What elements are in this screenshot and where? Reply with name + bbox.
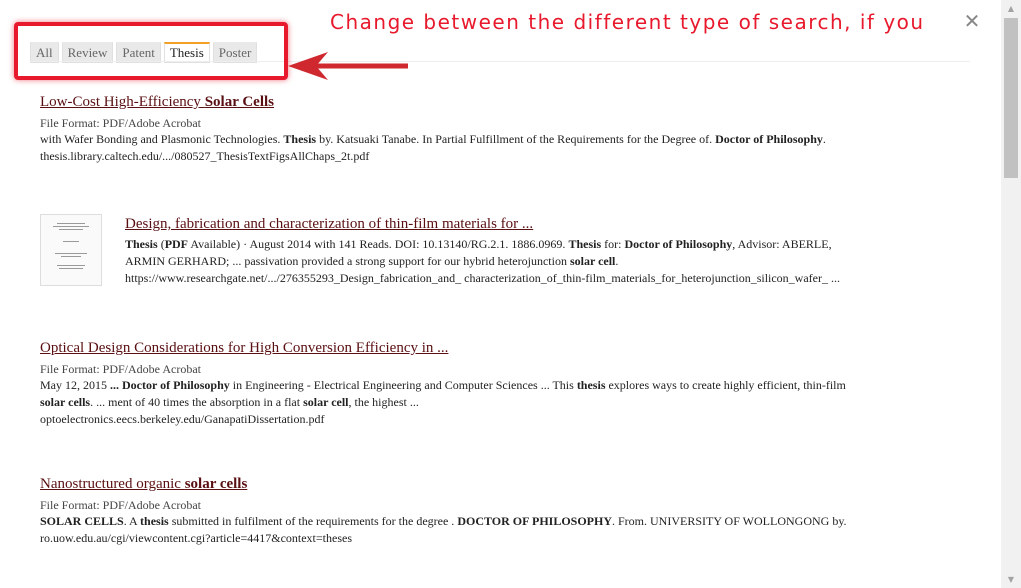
- result-snippet: Thesis (PDF Available) · August 2014 wit…: [125, 236, 945, 270]
- text-run: May 12, 2015: [40, 378, 110, 392]
- result-url: ro.uow.edu.au/cgi/viewcontent.cgi?articl…: [40, 531, 352, 545]
- text-run: , Advisor: ABERLE,: [732, 237, 832, 251]
- text-run: Nanostructured organic: [40, 476, 185, 492]
- highlighted-term: Doctor of Philosophy: [715, 132, 823, 146]
- result-snippet: May 12, 2015 ... Doctor of Philosophy in…: [40, 377, 945, 411]
- text-run: Available) · August 2014 with 141 Reads.…: [188, 237, 569, 251]
- close-icon[interactable]: ✕: [962, 10, 982, 32]
- highlighted-term: thesis: [576, 378, 606, 392]
- scroll-up-icon[interactable]: ▲: [1001, 0, 1021, 17]
- text-run: . ... ment of 40 times the absorption in…: [90, 395, 304, 409]
- highlighted-term: solar cells: [40, 395, 91, 409]
- tabs-highlight-annotation: [14, 22, 288, 80]
- text-run: with Wafer Bonding and Plasmonic Technol…: [40, 132, 284, 146]
- highlighted-term: PDF: [164, 237, 189, 251]
- list-item: Nanostructured organic solar cells File …: [40, 474, 945, 546]
- highlighted-term: thesis: [140, 514, 169, 528]
- highlighted-term: solar cell: [303, 395, 349, 409]
- result-url: thesis.library.caltech.edu/.../080527_Th…: [40, 149, 370, 163]
- highlighted-term: SOLAR CELLS: [40, 514, 124, 528]
- list-item: Low-Cost High-Efficiency Solar Cells Fil…: [40, 92, 945, 164]
- text-run: by. Katsuaki Tanabe. In Partial Fulfillm…: [316, 132, 716, 146]
- highlighted-term: ... Doctor of Philosophy: [110, 378, 230, 392]
- text-run: (: [157, 237, 165, 251]
- text-run: . From. UNIVERSITY OF WOLLONGONG by.: [612, 514, 847, 528]
- highlighted-term: Thesis: [568, 237, 602, 251]
- search-results-modal: ✕ All Review Patent Thesis Poster Change…: [0, 0, 1001, 588]
- annotation-callout-text: Change between the different type of sea…: [330, 10, 925, 34]
- result-title-link[interactable]: Low-Cost High-Efficiency Solar Cells: [40, 92, 274, 112]
- result-snippet: SOLAR CELLS. A thesis submitted in fulfi…: [40, 513, 945, 530]
- snippet-line: May 12, 2015 ... Doctor of Philosophy in…: [40, 377, 945, 394]
- result-format: File Format: PDF/Adobe Acrobat: [40, 498, 201, 512]
- vertical-scrollbar[interactable]: ▲ ▼: [1001, 0, 1021, 588]
- text-run: . A: [123, 514, 141, 528]
- text-run: for:: [601, 237, 625, 251]
- scroll-down-icon[interactable]: ▼: [1001, 571, 1021, 588]
- text-run: explores ways to create highly efficient…: [605, 378, 846, 392]
- highlighted-term: Doctor of Philosophy: [624, 237, 733, 251]
- result-format: File Format: PDF/Adobe Acrobat: [40, 116, 201, 130]
- highlighted-term: solar cell: [569, 254, 616, 268]
- highlighted-term: Thesis: [125, 237, 158, 251]
- snippet-line: Thesis (PDF Available) · August 2014 wit…: [125, 236, 945, 253]
- text-run: Optical Design Considerations for High C…: [40, 340, 449, 356]
- text-run: , the highest ...: [348, 395, 419, 409]
- text-run: .: [615, 254, 619, 268]
- result-snippet: with Wafer Bonding and Plasmonic Technol…: [40, 131, 945, 148]
- text-run: in Engineering - Electrical Engineering …: [229, 378, 577, 392]
- result-url: optoelectronics.eecs.berkeley.edu/Ganapa…: [40, 412, 325, 426]
- snippet-line: solar cells. ... ment of 40 times the ab…: [40, 394, 945, 411]
- result-title-link[interactable]: Optical Design Considerations for High C…: [40, 338, 448, 358]
- highlighted-term: Solar Cells: [204, 94, 274, 110]
- text-run: submitted in fulfilment of the requireme…: [168, 514, 458, 528]
- result-thumbnail[interactable]: [40, 214, 102, 286]
- scrollbar-thumb[interactable]: [1004, 18, 1018, 178]
- result-url: https://www.researchgate.net/.../2763552…: [125, 271, 840, 285]
- snippet-line: ARMIN GERHARD; ... passivation provided …: [125, 253, 945, 270]
- highlighted-term: solar cells: [184, 476, 248, 492]
- result-format: File Format: PDF/Adobe Acrobat: [40, 362, 201, 376]
- text-run: .: [822, 132, 826, 146]
- snippet-line: SOLAR CELLS. A thesis submitted in fulfi…: [40, 513, 945, 530]
- highlighted-term: Thesis: [283, 132, 317, 146]
- highlighted-term: DOCTOR OF PHILOSOPHY: [457, 514, 612, 528]
- result-title-link[interactable]: Design, fabrication and characterization…: [125, 214, 533, 234]
- text-run: Design, fabrication and characterization…: [125, 216, 534, 232]
- text-run: Low-Cost High-Efficiency: [40, 94, 205, 110]
- list-item: Optical Design Considerations for High C…: [40, 338, 945, 427]
- text-run: ARMIN GERHARD; ... passivation provided …: [125, 254, 570, 268]
- annotation-arrow-icon: [288, 52, 408, 80]
- snippet-line: with Wafer Bonding and Plasmonic Technol…: [40, 131, 945, 148]
- result-title-link[interactable]: Nanostructured organic solar cells: [40, 474, 247, 494]
